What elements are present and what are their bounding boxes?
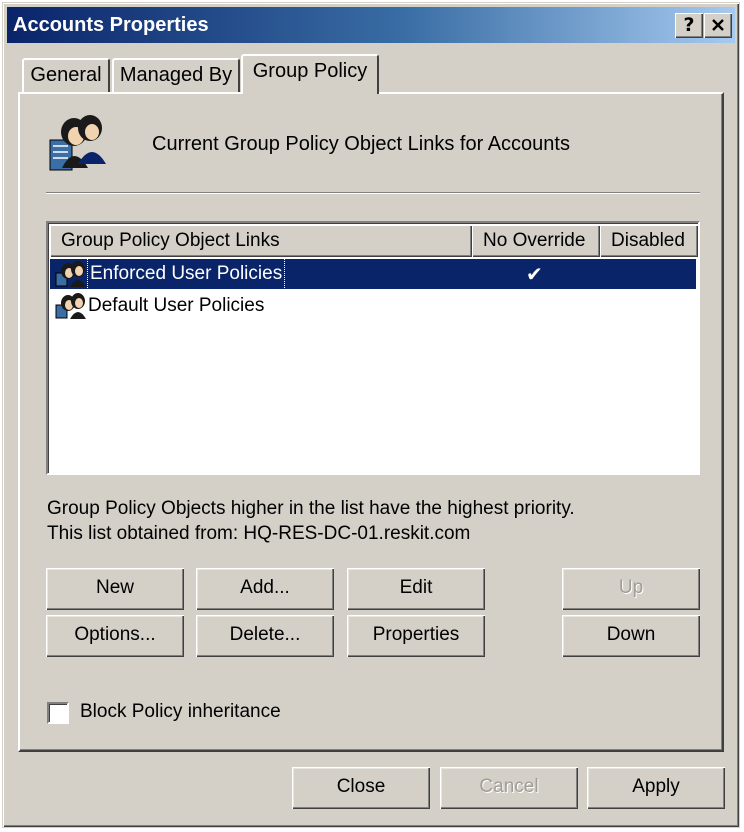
window-title: Accounts Properties	[13, 14, 209, 36]
help-button[interactable]: ?	[675, 13, 703, 38]
tab-group-policy[interactable]: Group Policy	[241, 54, 379, 94]
list-header: Group Policy Object Links No Override Di…	[50, 225, 698, 257]
gpo-icon	[54, 261, 88, 288]
delete-button[interactable]: Delete...	[196, 615, 334, 657]
options-button[interactable]: Options...	[46, 615, 184, 657]
header-title: Current Group Policy Object Links for Ac…	[152, 133, 570, 155]
cancel-button[interactable]: Cancel	[440, 767, 578, 809]
new-button[interactable]: New	[46, 568, 184, 610]
apply-button[interactable]: Apply	[587, 767, 725, 809]
list-item[interactable]: Default User Policies	[50, 291, 696, 321]
close-icon	[712, 19, 724, 31]
column-header-no-override[interactable]: No Override	[472, 225, 600, 257]
close-button[interactable]: Close	[292, 767, 430, 809]
no-override-check[interactable]: ✔	[526, 259, 543, 289]
edit-button[interactable]: Edit	[347, 568, 485, 610]
column-header-disabled[interactable]: Disabled	[600, 225, 698, 257]
list-item[interactable]: Enforced User Policies ✔	[50, 258, 696, 290]
source-note: This list obtained from: HQ-RES-DC-01.re…	[47, 523, 471, 544]
block-inheritance-label[interactable]: Block Policy inheritance	[80, 701, 281, 723]
properties-button[interactable]: Properties	[347, 615, 485, 657]
add-button[interactable]: Add...	[196, 568, 334, 610]
up-button[interactable]: Up	[562, 568, 700, 610]
tab-general[interactable]: General	[22, 58, 110, 92]
gpo-links-list[interactable]: Group Policy Object Links No Override Di…	[46, 221, 700, 475]
row-name: Default User Policies	[88, 295, 265, 316]
header-separator	[46, 192, 700, 194]
column-header-links[interactable]: Group Policy Object Links	[50, 225, 472, 257]
down-button[interactable]: Down	[562, 615, 700, 657]
gpo-icon	[54, 293, 88, 320]
users-group-icon	[44, 112, 108, 174]
block-inheritance-checkbox[interactable]	[47, 702, 69, 724]
close-window-button[interactable]	[704, 13, 732, 38]
tab-managed-by[interactable]: Managed By	[112, 58, 240, 92]
title-bar[interactable]: Accounts Properties ?	[7, 7, 735, 43]
row-name: Enforced User Policies	[86, 258, 286, 290]
priority-note: Group Policy Objects higher in the list …	[47, 498, 575, 519]
